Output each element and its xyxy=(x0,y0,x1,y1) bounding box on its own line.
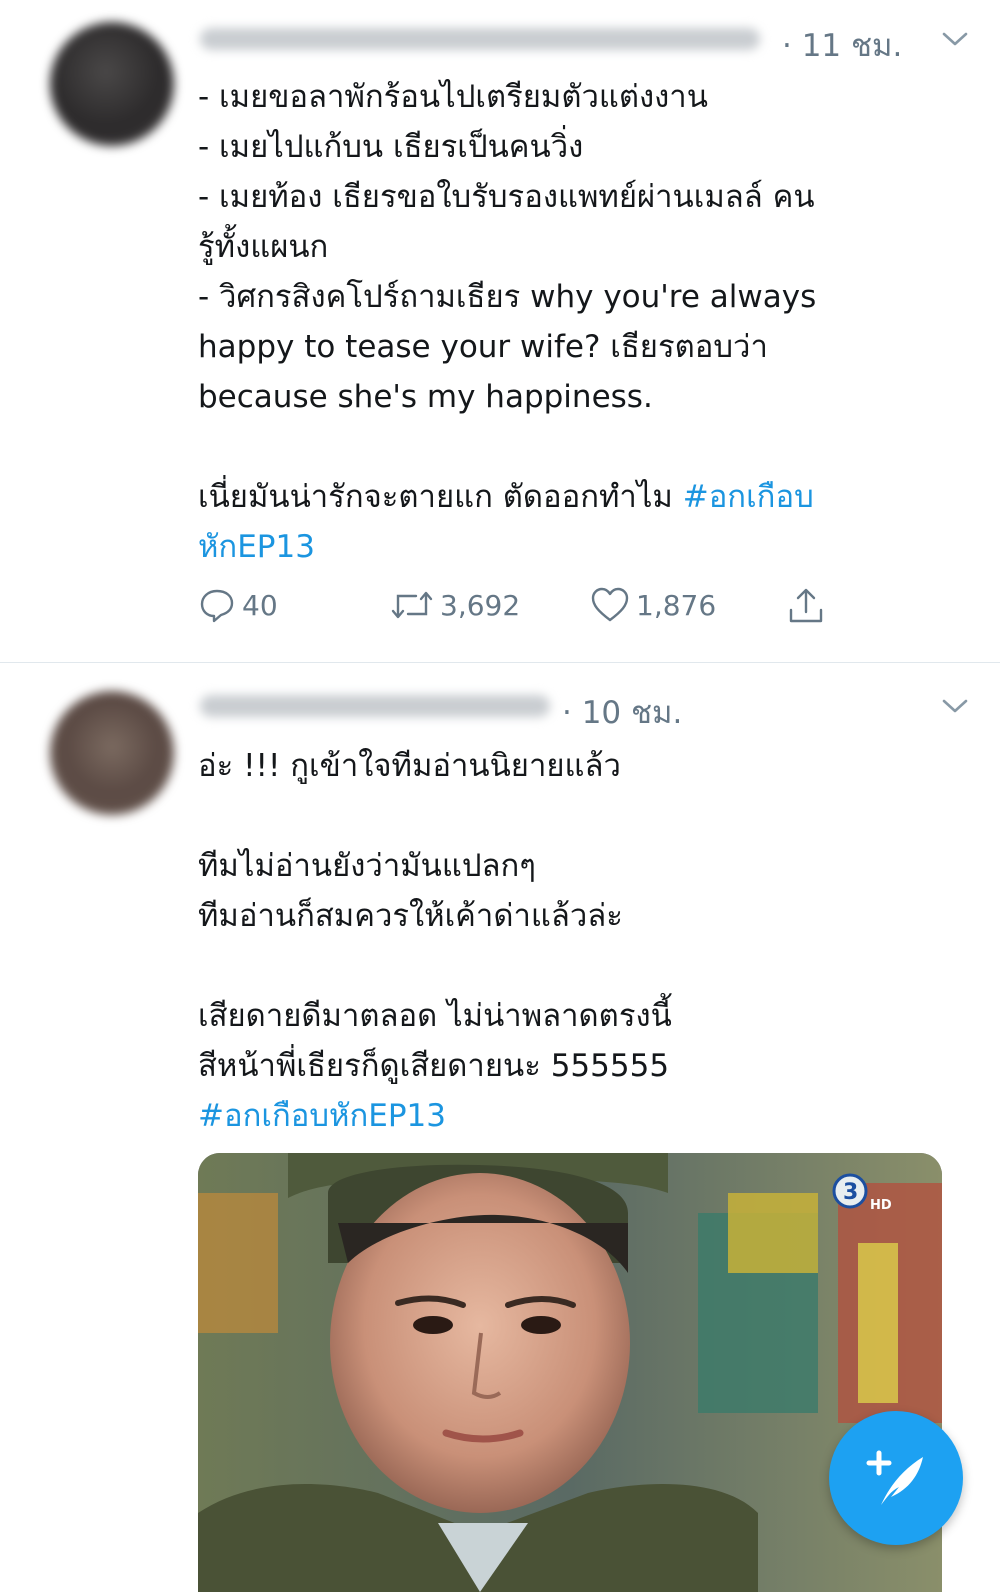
share-button[interactable] xyxy=(786,586,832,626)
tweet-media-image[interactable]: 3 HD xyxy=(198,1153,942,1592)
chevron-down-icon[interactable] xyxy=(940,695,970,717)
tweet-timestamp[interactable]: · 11 ชม. xyxy=(782,20,902,70)
author-name-redacted[interactable] xyxy=(200,28,760,50)
reply-count: 40 xyxy=(242,588,278,622)
tweet-header: · 10 ชม. xyxy=(200,681,970,731)
line: - เมยท้อง เธียรขอใบรับรองแพทย์ผ่านเมลล์ … xyxy=(198,179,815,215)
author-name-redacted[interactable] xyxy=(200,695,550,717)
like-count: 1,876 xyxy=(636,588,717,622)
heart-icon xyxy=(591,587,629,622)
hashtag-link[interactable]: #อกเกือบหักEP13 xyxy=(198,1098,446,1134)
hashtag-link[interactable]: #อกเกือบ xyxy=(683,479,814,515)
avatar[interactable] xyxy=(50,22,174,146)
line: สีหน้าพี่เธียรก็ดูเสียดายนะ 555555 xyxy=(198,1048,670,1084)
avatar[interactable] xyxy=(50,691,174,815)
line: because she's my happiness. xyxy=(198,379,653,415)
tweet-actions: 40 3,692 1,876 xyxy=(198,586,838,636)
line: ทีมอ่านก็สมควรให้เค้าด่าแล้วล่ะ xyxy=(198,898,623,934)
line: เสียดายดีมาตลอด ไม่น่าพลาดตรงนี้ xyxy=(198,998,672,1034)
line: รู้ทั้งแผนก xyxy=(198,229,329,265)
retweet-icon xyxy=(391,591,433,619)
reply-icon xyxy=(200,589,234,623)
hashtag-link[interactable]: หักEP13 xyxy=(198,529,315,565)
compose-tweet-button[interactable] xyxy=(829,1411,963,1545)
compose-feather-icon xyxy=(866,1450,923,1505)
line: happy to tease your wife? เธียรตอบว่า xyxy=(198,329,768,365)
tweet-text: อ่ะ !!! กูเข้าใจทีมอ่านนิยายแล้ว ทีมไม่อ… xyxy=(198,741,958,1141)
line: ทีมไม่อ่านยังว่ามันแปลกๆ xyxy=(198,848,536,884)
tweet-timestamp[interactable]: · 10 ชม. xyxy=(562,687,682,737)
share-icon xyxy=(789,588,823,623)
line: - วิศกรสิงคโปร์ถามเธียร why you're alway… xyxy=(198,279,817,315)
line: เนี่ยมันน่ารักจะตายแก ตัดออกทำไม xyxy=(198,479,683,515)
tweet-text: - เมยขอลาพักร้อนไปเตรียมตัวแต่งงาน - เมย… xyxy=(198,72,958,572)
tv-still-image: 3 HD xyxy=(198,1153,942,1592)
tweet-header: · 11 ชม. xyxy=(200,14,970,64)
channel-logo: 3 xyxy=(843,1180,858,1205)
line: - เมยไปแก้บน เธียรเป็นคนวิ่ง xyxy=(198,129,584,165)
like-button[interactable]: 1,876 xyxy=(590,586,716,624)
retweet-button[interactable]: 3,692 xyxy=(390,586,520,624)
chevron-down-icon[interactable] xyxy=(940,28,970,50)
line: อ่ะ !!! กูเข้าใจทีมอ่านนิยายแล้ว xyxy=(198,748,621,784)
retweet-count: 3,692 xyxy=(440,588,521,622)
hd-badge: HD xyxy=(870,1198,892,1213)
tweet[interactable]: · 11 ชม. - เมยขอลาพักร้อนไปเตรียมตัวแต่ง… xyxy=(0,0,1000,663)
reply-button[interactable]: 40 xyxy=(198,586,278,624)
line: - เมยขอลาพักร้อนไปเตรียมตัวแต่งงาน xyxy=(198,79,708,115)
